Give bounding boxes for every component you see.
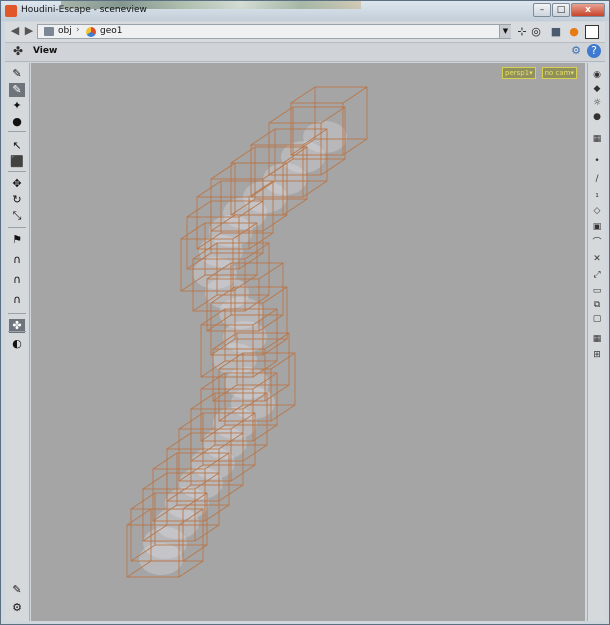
point-icon[interactable]: • <box>590 155 604 167</box>
minimize-button[interactable]: – <box>533 3 551 17</box>
magnet-a-icon[interactable]: ∩ <box>9 253 25 267</box>
handle-icon[interactable]: ⚑ <box>9 233 25 247</box>
app-window: Houdini-Escape - sceneview – □ x ◀ ▶ obj… <box>0 0 610 625</box>
render-sphere-icon[interactable]: ● <box>567 25 581 39</box>
help-icon[interactable]: ? <box>587 44 601 58</box>
maximize-button[interactable]: □ <box>552 3 570 17</box>
scale-icon[interactable]: ⤡ <box>9 209 25 223</box>
frame-icon[interactable]: ▢ <box>590 313 604 325</box>
camera-menus: persp1▾ no cam▾ <box>499 67 577 79</box>
view-label: View <box>33 46 58 56</box>
window-title: Houdini-Escape - sceneview <box>21 5 147 15</box>
view-bar: ✤ View ⚙ ? <box>5 43 605 62</box>
paint-select-icon[interactable]: ✎ <box>9 83 25 97</box>
rotate-icon[interactable]: ↻ <box>9 193 25 207</box>
no-cam-menu[interactable]: no cam▾ <box>541 67 577 79</box>
grid-icon[interactable]: ▦ <box>590 133 604 145</box>
magnet-b-icon[interactable]: ∩ <box>9 273 25 287</box>
left-toolbar: ✎ ✎ ✦ ● ↖ ⬛ ✥ ↻ ⤡ ⚑ ∩ ∩ ∩ ✤ ◐ ✎ ⚙ <box>5 63 30 621</box>
ortho-icon[interactable]: ▭ <box>590 285 604 297</box>
select-color-icon[interactable]: ⬛ <box>9 155 25 169</box>
select-arrow-icon[interactable]: ↖ <box>9 139 25 153</box>
maximize-pane-icon[interactable] <box>585 25 599 39</box>
render-icon[interactable]: ◐ <box>9 337 25 351</box>
magnet-c-icon[interactable]: ∩ <box>9 293 25 307</box>
path-dropdown-button[interactable]: ▼ <box>499 25 511 38</box>
bezier-icon[interactable]: ⌒ <box>590 237 604 249</box>
sphere-icon[interactable]: ● <box>590 111 604 123</box>
title-bar[interactable]: Houdini-Escape - sceneview – □ x <box>1 1 609 21</box>
layout-icon[interactable]: ▦ <box>590 333 604 345</box>
move-icon[interactable]: ✥ <box>9 177 25 191</box>
path-segment-obj[interactable]: obj <box>58 26 72 36</box>
geo-node-icon <box>86 27 96 37</box>
view-lamp-icon[interactable]: ● <box>9 115 25 129</box>
path-segment-geo1[interactable]: geo1 <box>100 26 122 36</box>
obj-network-icon <box>44 27 54 36</box>
toolbar-divider <box>8 227 26 228</box>
cube-icon[interactable]: ▣ <box>590 221 604 233</box>
pin-icon[interactable]: ⊹ <box>515 25 529 39</box>
volume-density <box>139 121 347 575</box>
toolbar-divider <box>8 171 26 172</box>
volume-scene <box>126 86 368 578</box>
forward-arrow-icon[interactable]: ▶ <box>23 25 35 37</box>
pin-icon[interactable]: ⊞ <box>590 349 604 361</box>
graph-icon[interactable]: ⧉ <box>590 299 604 311</box>
eye-icon[interactable]: ◉ <box>590 69 604 81</box>
close-button[interactable]: x <box>571 3 605 17</box>
path-bar: ◀ ▶ obj › geo1 ▼ ⊹ ◎ ■ ● <box>5 22 605 43</box>
persp-camera-menu[interactable]: persp1▾ <box>502 67 536 79</box>
bottom-note-icon[interactable]: ✎ <box>9 583 25 597</box>
cube-view-icon[interactable]: ■ <box>549 25 563 39</box>
link-icon[interactable]: ◎ <box>529 25 543 39</box>
right-toolbar: ◉ ◆ ☼ ● ▦ • ∕ ₁ ◇ ▣ ⌒ ✕ ⤢ ▭ ⧉ ▢ ▦ ⊞ <box>587 63 606 621</box>
bottom-lamp-icon[interactable]: ⚙ <box>9 601 25 615</box>
brush-icon[interactable]: ✎ <box>9 67 25 81</box>
houdini-icon <box>5 5 17 17</box>
teapot-icon[interactable]: ◆ <box>590 83 604 95</box>
toolbar-divider <box>8 313 26 314</box>
number-icon[interactable]: ₁ <box>590 189 604 201</box>
path-separator: › <box>76 25 80 35</box>
view-icon[interactable]: ✤ <box>13 45 25 57</box>
light-icon[interactable]: ☼ <box>590 97 604 109</box>
volume-puff <box>139 543 183 575</box>
arrows-icon[interactable]: ✕ <box>590 253 604 265</box>
magic-icon[interactable]: ✦ <box>9 99 25 113</box>
toolbar-divider <box>8 331 26 332</box>
scene-viewport[interactable]: persp1▾ no cam▾ <box>31 63 585 621</box>
back-arrow-icon[interactable]: ◀ <box>9 25 21 37</box>
box-icon[interactable]: ◇ <box>590 205 604 217</box>
curve-icon[interactable]: ∕ <box>590 173 604 185</box>
network-icon[interactable]: ⚙ <box>569 44 583 58</box>
toolbar-divider <box>8 131 26 132</box>
network-path-field[interactable]: obj › geo1 ▼ <box>37 24 511 39</box>
arrows-b-icon[interactable]: ⤢ <box>590 269 604 281</box>
